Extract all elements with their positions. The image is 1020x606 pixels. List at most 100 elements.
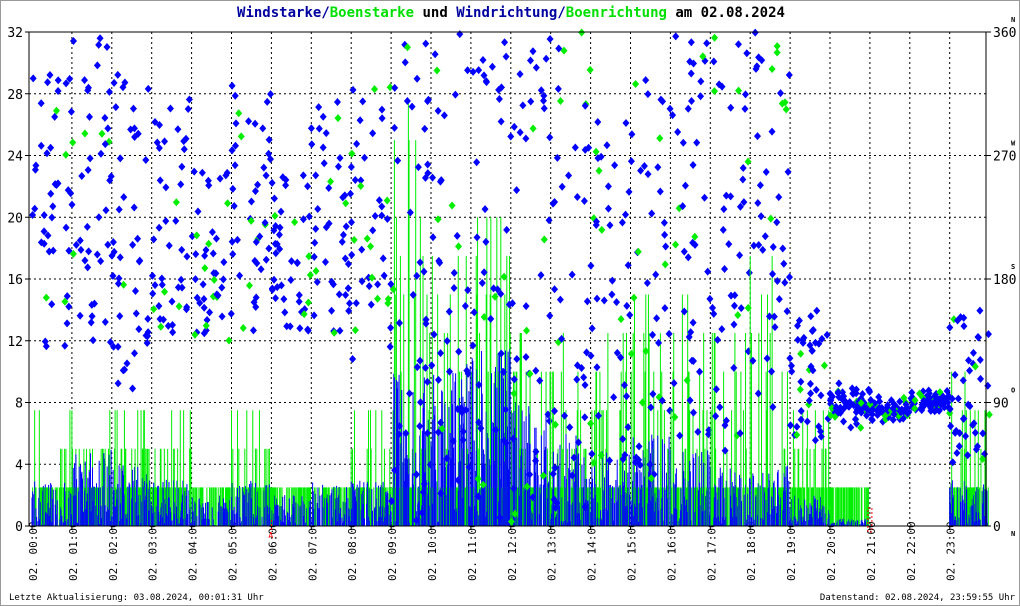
gust-direction-point	[210, 275, 218, 284]
wind-direction-point	[347, 218, 355, 227]
wind-direction-point	[532, 366, 540, 375]
x-tick-label: 02. 21:00	[865, 521, 878, 581]
wind-direction-point	[403, 97, 411, 106]
y-tick-label: 24	[7, 150, 23, 165]
wind-direction-point	[151, 281, 159, 290]
wind-direction-point	[628, 130, 636, 139]
wind-direction-point	[62, 223, 70, 232]
wind-direction-point	[46, 70, 54, 79]
wind-direction-point	[464, 66, 472, 75]
gust-direction-point	[334, 114, 342, 123]
wind-direction-point	[54, 76, 62, 85]
wind-direction-point	[132, 286, 140, 295]
wind-direction-point	[655, 338, 663, 347]
wind-direction-point	[416, 422, 424, 431]
wind-direction-point	[131, 349, 139, 358]
wind-direction-point	[76, 311, 84, 320]
wind-direction-point	[183, 252, 191, 261]
wind-direction-point	[546, 34, 554, 43]
wind-direction-point	[149, 289, 157, 298]
wind-direction-point	[580, 196, 588, 205]
x-tick-label: 02. 01:00	[67, 521, 80, 581]
wind-direction-point	[756, 181, 764, 190]
wind-direction-point	[335, 290, 343, 299]
x-tick-label: 02. 12:00	[506, 521, 519, 581]
wind-direction-point	[319, 143, 327, 152]
gust-direction-point	[312, 267, 320, 276]
wind-direction-point	[129, 384, 137, 393]
wind-direction-point	[220, 258, 228, 267]
plot-area: 0 4 8 12 16 20 24 28 32 02. 00:00 02. 01:00 02. 02:…	[7, 16, 1016, 581]
gust-direction-point	[985, 410, 993, 419]
gust-direction-point	[683, 376, 691, 385]
wind-direction-point	[199, 280, 207, 289]
wind-direction-point	[365, 282, 373, 291]
wind-direction-point	[606, 221, 614, 230]
wind-direction-point	[348, 250, 356, 259]
gust-direction-point	[201, 264, 209, 273]
wind-direction-point	[281, 308, 289, 317]
wind-direction-point	[769, 242, 777, 251]
wind-direction-point	[257, 265, 265, 274]
y-tick-label: 20	[7, 211, 23, 226]
wind-direction-point	[806, 379, 814, 388]
x-tick-label: 02. 19:00	[785, 521, 798, 581]
wind-direction-point	[89, 336, 97, 345]
gust-direction-point	[557, 97, 565, 106]
wind-direction-point	[603, 141, 611, 150]
compass-label: S	[1011, 263, 1015, 271]
wind-direction-point	[342, 222, 350, 231]
wind-direction-point	[681, 181, 689, 190]
wind-direction-point	[587, 261, 595, 270]
wind-direction-point	[743, 49, 751, 58]
wind-direction-point	[761, 232, 769, 241]
wind-direction-point	[803, 417, 811, 426]
wind-direction-point	[155, 223, 163, 232]
wind-direction-point	[144, 84, 152, 93]
wind-direction-point	[840, 417, 848, 426]
wind-direction-point	[85, 112, 93, 121]
wind-direction-point	[338, 237, 346, 246]
wind-direction-point	[315, 103, 323, 112]
wind-direction-point	[951, 370, 959, 379]
wind-direction-point	[793, 422, 801, 431]
wind-direction-point	[174, 125, 182, 134]
wind-direction-point	[529, 47, 537, 56]
wind-direction-point	[635, 442, 643, 451]
wind-direction-point	[424, 160, 432, 169]
wind-direction-point	[962, 432, 970, 441]
wind-direction-point	[367, 300, 375, 309]
y-right-tick-label: 270	[993, 150, 1016, 165]
wind-direction-point	[649, 389, 657, 398]
wind-direction-point	[87, 318, 95, 327]
wind-direction-point	[70, 36, 78, 45]
gust-direction-point	[529, 124, 537, 133]
wind-direction-point	[440, 111, 448, 120]
wind-direction-point	[588, 324, 596, 333]
wind-direction-point	[787, 361, 795, 370]
wind-direction-point	[270, 194, 278, 203]
wind-direction-point	[834, 388, 842, 397]
wind-direction-point	[267, 90, 275, 99]
wind-direction-point	[753, 132, 761, 141]
x-tick-label: 02. 20:00	[825, 521, 838, 581]
wind-direction-point	[546, 311, 554, 320]
wind-direction-point	[135, 257, 143, 266]
wind-direction-point	[522, 134, 530, 143]
wind-direction-point	[947, 422, 955, 431]
wind-direction-point	[606, 456, 614, 465]
wind-direction-point	[233, 235, 241, 244]
last-update: Letzte Aktualisierung: 03.08.2024, 00:01…	[9, 593, 264, 603]
wind-direction-point	[378, 211, 386, 220]
gust-direction-point	[350, 235, 358, 244]
wind-direction-point	[216, 174, 224, 183]
wind-direction-point	[178, 245, 186, 254]
wind-direction-point	[434, 106, 442, 115]
wind-direction-point	[545, 216, 553, 225]
gust-direction-point	[235, 109, 243, 118]
wind-direction-point	[730, 363, 738, 372]
wind-direction-point	[689, 408, 697, 417]
wind-direction-point	[49, 202, 57, 211]
wind-direction-point	[358, 277, 366, 286]
wind-direction-point	[706, 294, 714, 303]
